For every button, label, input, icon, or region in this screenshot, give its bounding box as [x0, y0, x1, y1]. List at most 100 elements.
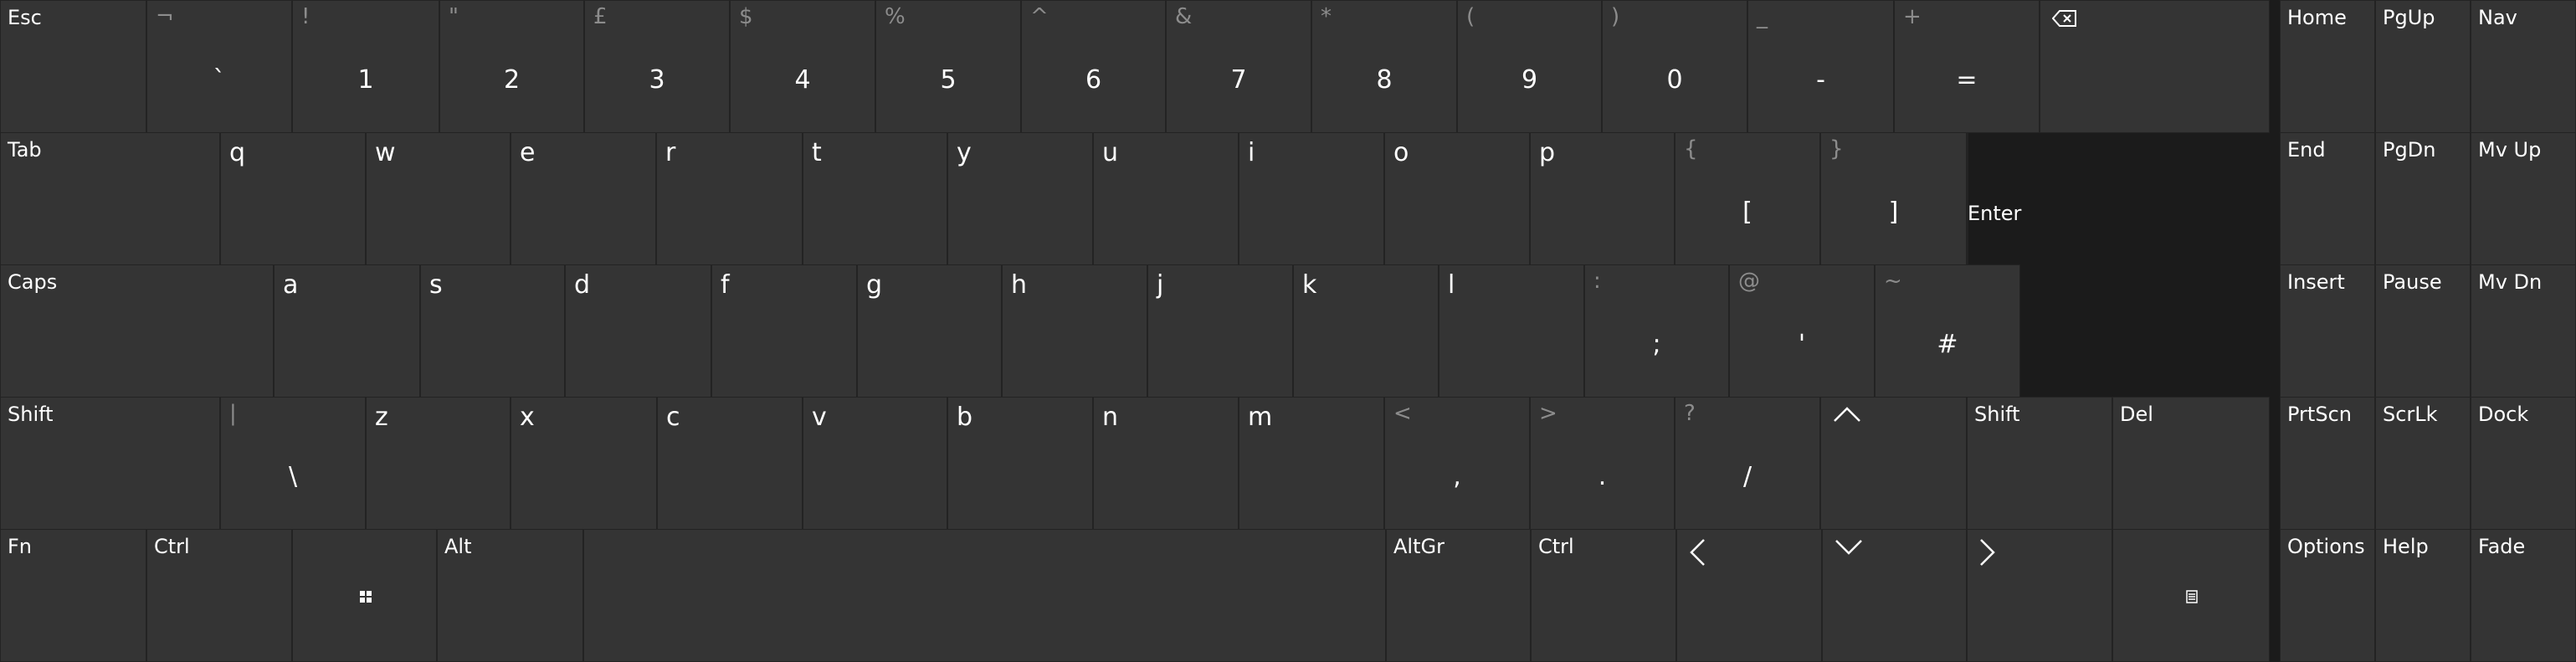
key-t[interactable]: t — [803, 132, 947, 265]
key-pgup[interactable]: PgUp — [2375, 0, 2471, 133]
key-del[interactable]: Del — [2112, 397, 2270, 530]
key-lbracket[interactable]: {[ — [1675, 132, 1820, 265]
key-i[interactable]: i — [1239, 132, 1384, 265]
key-x[interactable]: x — [511, 397, 657, 530]
key-label: Esc — [8, 6, 42, 29]
key-fn[interactable]: Fn — [0, 529, 146, 662]
key-a[interactable]: a — [274, 264, 420, 398]
key-y[interactable]: y — [947, 132, 1093, 265]
key-help[interactable]: Help — [2375, 529, 2471, 662]
key-period[interactable]: >. — [1530, 397, 1675, 530]
key-backslash[interactable]: | \ — [220, 397, 366, 530]
key-z[interactable]: z — [366, 397, 511, 530]
key-right[interactable] — [1967, 529, 2112, 662]
key-backtick[interactable]: ¬ ` — [146, 0, 292, 133]
key-4[interactable]: $4 — [730, 0, 875, 133]
key-character: . — [1598, 462, 1607, 492]
key-equals[interactable]: + = — [1894, 0, 2040, 133]
key-2[interactable]: " 2 — [439, 0, 584, 133]
key-1[interactable]: ! 1 — [292, 0, 439, 133]
key-5[interactable]: % 5 — [875, 0, 1021, 133]
key-lctrl[interactable]: Ctrl — [146, 529, 292, 662]
key-l[interactable]: l — [1439, 264, 1584, 398]
key-altgr[interactable]: AltGr — [1386, 529, 1531, 662]
key-prtscn[interactable]: PrtScn — [2280, 397, 2375, 530]
key-3[interactable]: £3 — [584, 0, 730, 133]
key-quote[interactable]: @ ' — [1729, 264, 1875, 398]
key-d[interactable]: d — [565, 264, 711, 398]
key-j[interactable]: j — [1147, 264, 1293, 398]
key-label: PrtScn — [2287, 403, 2352, 426]
backspace-icon — [2052, 10, 2076, 27]
key-u[interactable]: u — [1093, 132, 1239, 265]
arrow-right-icon — [1980, 539, 1995, 566]
key-0[interactable]: ) 0 — [1602, 0, 1747, 133]
key-9[interactable]: (9 — [1457, 0, 1602, 133]
key-w[interactable]: w — [366, 132, 511, 265]
key-b[interactable]: b — [947, 397, 1093, 530]
key-r[interactable]: r — [656, 132, 803, 265]
key-character: ; — [1652, 330, 1661, 360]
key-shift-symbol: > — [1539, 401, 1557, 426]
key-e[interactable]: e — [511, 132, 656, 265]
key-options[interactable]: Options — [2280, 529, 2375, 662]
key-esc[interactable]: Esc — [0, 0, 146, 133]
key-p[interactable]: p — [1530, 132, 1675, 265]
key-rctrl[interactable]: Ctrl — [1531, 529, 1676, 662]
key-tab[interactable]: Tab — [0, 132, 220, 265]
key-mvup[interactable]: Mv Up — [2471, 132, 2576, 265]
key-insert[interactable]: Insert — [2280, 264, 2375, 398]
key-hash[interactable]: ~ # — [1875, 264, 2020, 398]
key-rbracket[interactable]: }] — [1820, 132, 1967, 265]
key-pause[interactable]: Pause — [2375, 264, 2471, 398]
key-up[interactable] — [1820, 397, 1967, 530]
key-v[interactable]: v — [803, 397, 947, 530]
key-label: Caps — [8, 270, 58, 294]
key-scrlk[interactable]: ScrLk — [2375, 397, 2471, 530]
key-nav[interactable]: Nav — [2471, 0, 2576, 133]
key-f[interactable]: f — [711, 264, 857, 398]
key-fade[interactable]: Fade — [2471, 529, 2576, 662]
key-dock[interactable]: Dock — [2471, 397, 2576, 530]
key-home[interactable]: Home — [2280, 0, 2375, 133]
key-o[interactable]: o — [1384, 132, 1530, 265]
key-lshift[interactable]: Shift — [0, 397, 220, 530]
key-character: 0 — [1666, 65, 1683, 95]
key-slash[interactable]: ? / — [1675, 397, 1820, 530]
key-m[interactable]: m — [1239, 397, 1384, 530]
key-6[interactable]: ^ 6 — [1021, 0, 1166, 133]
key-q[interactable]: q — [220, 132, 366, 265]
key-pgdn[interactable]: PgDn — [2375, 132, 2471, 265]
key-left[interactable] — [1676, 529, 1822, 662]
key-h[interactable]: h — [1002, 264, 1147, 398]
key-shift-symbol: & — [1175, 4, 1193, 29]
key-letter: k — [1302, 270, 1317, 300]
key-semicolon[interactable]: :; — [1584, 264, 1729, 398]
key-mvdn[interactable]: Mv Dn — [2471, 264, 2576, 398]
key-rshift[interactable]: Shift — [1967, 397, 2112, 530]
key-end[interactable]: End — [2280, 132, 2375, 265]
key-k[interactable]: k — [1293, 264, 1439, 398]
context-menu-icon — [2186, 590, 2198, 603]
key-minus[interactable]: _ - — [1747, 0, 1894, 133]
key-comma[interactable]: <, — [1384, 397, 1530, 530]
key-8[interactable]: * 8 — [1311, 0, 1457, 133]
key-n[interactable]: n — [1093, 397, 1239, 530]
key-7[interactable]: & 7 — [1166, 0, 1311, 133]
key-letter: m — [1248, 403, 1273, 432]
key-letter: z — [375, 403, 388, 432]
key-c[interactable]: c — [657, 397, 803, 530]
key-character: 6 — [1085, 65, 1102, 95]
key-backspace[interactable] — [2040, 0, 2270, 133]
key-alt[interactable]: Alt — [437, 529, 583, 662]
key-down[interactable] — [1822, 529, 1967, 662]
key-label: Tab — [8, 138, 42, 162]
key-win[interactable] — [292, 529, 437, 662]
key-letter: e — [520, 138, 536, 167]
key-g[interactable]: g — [857, 264, 1002, 398]
key-menu[interactable] — [2112, 529, 2270, 662]
key-space[interactable] — [583, 529, 1386, 662]
key-s[interactable]: s — [420, 264, 565, 398]
key-character: # — [1937, 330, 1958, 360]
key-caps[interactable]: Caps — [0, 264, 274, 398]
